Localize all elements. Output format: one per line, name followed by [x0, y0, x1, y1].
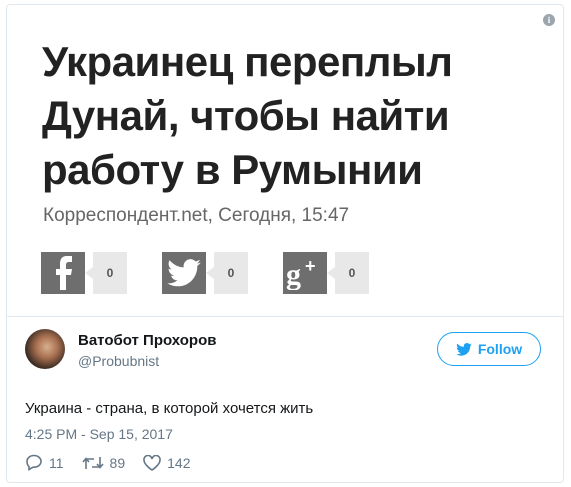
- like-count: 142: [167, 454, 191, 471]
- retweet-icon: [81, 456, 104, 469]
- share-count: 0: [206, 252, 248, 294]
- heart-icon: [143, 454, 161, 471]
- card-source: Корреспондент.net, Сегодня, 15:47: [43, 205, 350, 226]
- embedded-tweet: i Украинец переплыл Дунай, чтобы найти р…: [6, 4, 564, 483]
- tweet-timestamp[interactable]: 4:25 PM - Sep 15, 2017: [25, 426, 173, 442]
- follow-label: Follow: [477, 341, 523, 357]
- info-icon[interactable]: i: [543, 14, 555, 26]
- twitter-bird-icon: [456, 342, 472, 356]
- share-facebook[interactable]: 0: [41, 252, 127, 294]
- tweet-text: Украина - страна, в которой хочется жить: [25, 400, 314, 417]
- retweet-count: 89: [109, 454, 126, 471]
- facebook-icon: [41, 252, 85, 294]
- author-name[interactable]: Ватобот Прохоров: [78, 332, 216, 349]
- avatar[interactable]: [25, 329, 65, 369]
- share-twitter[interactable]: 0: [162, 252, 248, 294]
- reply-icon: [26, 454, 42, 471]
- link-card[interactable]: i Украинец переплыл Дунай, чтобы найти р…: [7, 5, 563, 317]
- card-headline[interactable]: Украинец переплыл Дунай, чтобы найти раб…: [42, 35, 542, 197]
- tweet-actions: 11 89 142: [25, 454, 190, 471]
- reply-button[interactable]: 11: [25, 454, 64, 471]
- share-count: 0: [327, 252, 369, 294]
- share-count: 0: [85, 252, 127, 294]
- svg-text:g: g: [286, 258, 301, 290]
- reply-count: 11: [49, 454, 64, 471]
- follow-button[interactable]: Follow: [437, 332, 541, 366]
- like-button[interactable]: 142: [143, 454, 191, 471]
- twitter-bird-icon: [162, 252, 206, 294]
- google-plus-icon: g +: [283, 252, 327, 294]
- retweet-button[interactable]: 89: [81, 454, 126, 471]
- share-google-plus[interactable]: g + 0: [283, 252, 369, 294]
- svg-text:+: +: [305, 256, 316, 276]
- author-handle[interactable]: @Probubnist: [78, 353, 159, 369]
